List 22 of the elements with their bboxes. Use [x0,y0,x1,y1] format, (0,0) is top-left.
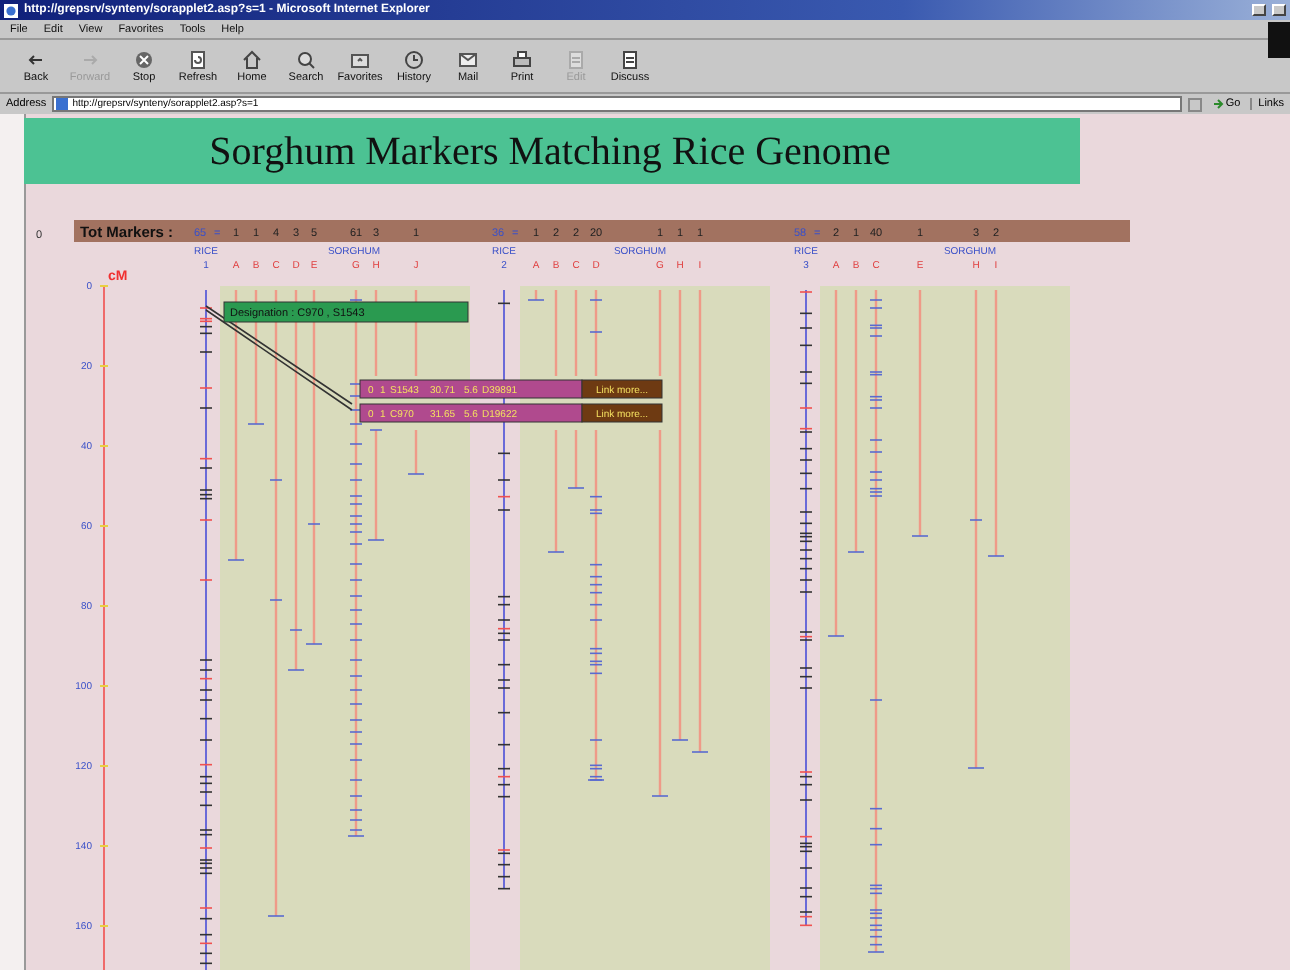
browser-logo-icon [1268,22,1290,58]
back-arrow-icon [28,54,43,64]
stop-icon [136,51,152,67]
arrow-icon [1211,98,1224,110]
search-icon [298,51,315,68]
chromosome-segment-drawing [589,290,603,376]
history-icon [405,50,423,68]
page-title: Sorghum Markers Matching Rice Genome [209,130,891,174]
browser-icon [4,3,18,17]
chromosome-segment-drawing [527,290,545,301]
mail-icon [459,52,477,66]
maximize-button[interactable] [1272,4,1286,16]
forward-arrow-icon [83,54,98,64]
chromosome-segment-drawing [407,430,425,475]
document-icon [623,50,637,68]
printer-icon [513,50,531,66]
document-icon [569,50,583,68]
page-icon [56,98,69,110]
minimize-button[interactable] [1252,4,1266,16]
home-icon [243,49,261,68]
refresh-icon [191,50,205,68]
folder-icon [351,53,369,67]
